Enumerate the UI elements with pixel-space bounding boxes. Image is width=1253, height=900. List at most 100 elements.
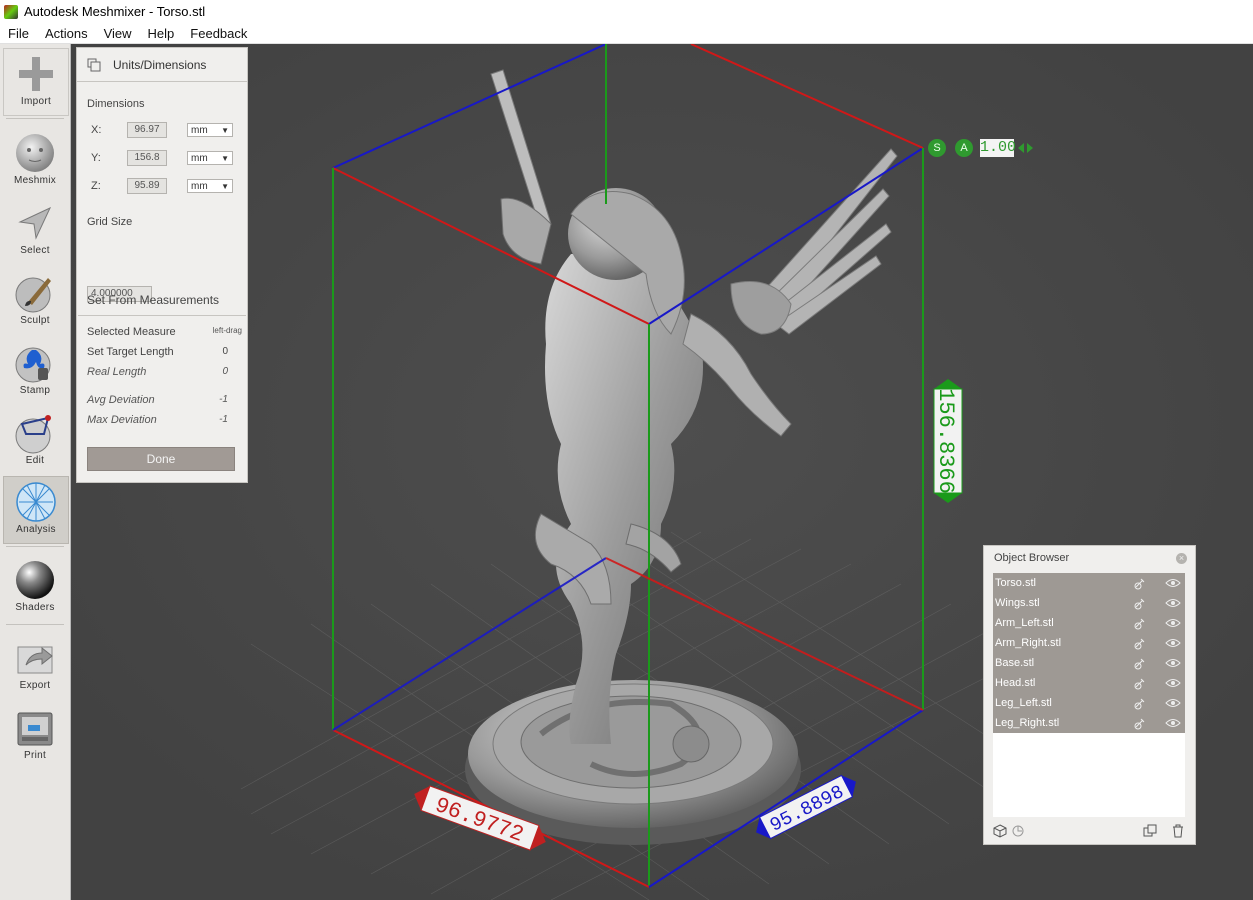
lock-icon — [1134, 578, 1145, 590]
shader-sphere-icon — [16, 561, 54, 599]
shaders-button[interactable]: Shaders — [3, 555, 67, 621]
units-panel-icon — [87, 58, 101, 71]
selected-measure-row: Selected Measure left-drag — [87, 326, 242, 338]
sculpt-brush-icon — [15, 277, 51, 313]
analysis-mesh-icon — [16, 482, 56, 522]
eye-icon — [1165, 679, 1181, 687]
avg-deviation-value: -1 — [219, 394, 228, 405]
object-item[interactable]: Head.stl — [993, 673, 1185, 693]
select-button[interactable]: Select — [3, 198, 67, 264]
dimensions-heading: Dimensions — [87, 98, 145, 110]
eye-icon — [1165, 579, 1181, 587]
y-value-field[interactable]: 156.8 — [127, 150, 167, 166]
selected-measure-value: left-drag — [212, 326, 242, 335]
object-item[interactable]: Torso.stl — [993, 573, 1185, 593]
height-dimension-label: 156.8366 — [933, 379, 963, 503]
eye-icon — [1165, 599, 1181, 607]
print-button[interactable]: Print — [3, 703, 67, 769]
object-browser-footer — [993, 822, 1185, 840]
avg-deviation-label: Avg Deviation — [87, 394, 155, 406]
edit-label: Edit — [25, 455, 45, 466]
object-item[interactable]: Arm_Left.stl — [993, 613, 1185, 633]
shaders-label: Shaders — [15, 602, 55, 613]
export-label: Export — [19, 680, 51, 691]
close-icon[interactable]: × — [1176, 552, 1187, 564]
z-unit-select[interactable]: mm ▼ — [187, 179, 233, 193]
object-list: Torso.stl Wings.stl Arm_Left.stl Arm_Rig… — [993, 573, 1185, 817]
set-target-length-value[interactable]: 0 — [222, 346, 242, 358]
scale-value-field[interactable]: 1.00 — [980, 139, 1016, 157]
stamp-button[interactable]: Stamp — [3, 338, 67, 404]
scale-widget: S A 1.00 — [928, 139, 1048, 159]
y-dimension-row: Y: 156.8 mm ▼ — [91, 150, 241, 166]
stamp-label: Stamp — [19, 385, 51, 396]
z-dimension-row: Z: 95.89 mm ▼ — [91, 178, 241, 194]
object-item[interactable]: Base.stl — [993, 653, 1185, 673]
lock-icon — [1134, 598, 1145, 610]
max-deviation-row: Max Deviation -1 — [87, 414, 242, 426]
eye-icon — [1165, 659, 1181, 667]
object-item[interactable]: Wings.stl — [993, 593, 1185, 613]
object-browser-header: Object Browser × — [984, 546, 1195, 570]
meshmixer-logo-icon — [4, 4, 18, 19]
cube-icon[interactable] — [993, 824, 1007, 838]
chevron-down-icon: ▼ — [221, 126, 229, 135]
selected-measure-label: Selected Measure — [87, 326, 176, 338]
done-button[interactable]: Done — [87, 447, 235, 471]
menu-file[interactable]: File — [0, 26, 37, 41]
scale-s-button[interactable]: S — [928, 139, 946, 157]
export-icon — [17, 646, 53, 674]
scale-increase-icon[interactable] — [1027, 143, 1033, 153]
menu-help[interactable]: Help — [140, 26, 183, 41]
y-label: Y: — [91, 152, 101, 164]
scale-decrease-icon[interactable] — [1018, 143, 1024, 153]
object-browser: Object Browser × Torso.stl Wings.stl Arm… — [983, 545, 1196, 845]
x-value-field[interactable]: 96.97 — [127, 122, 167, 138]
lock-icon — [1134, 658, 1145, 670]
object-browser-title: Object Browser — [994, 552, 1070, 564]
scale-a-button[interactable]: A — [955, 139, 973, 157]
menu-actions[interactable]: Actions — [37, 26, 96, 41]
y-unit-select[interactable]: mm ▼ — [187, 151, 233, 165]
stamp-icon — [15, 347, 51, 383]
lock-icon — [1134, 638, 1145, 650]
object-item[interactable]: Arm_Right.stl — [993, 633, 1185, 653]
sculpt-label: Sculpt — [20, 315, 50, 326]
object-item[interactable]: Leg_Right.stl — [993, 713, 1185, 733]
real-length-label: Real Length — [87, 366, 147, 378]
edit-icon — [15, 415, 51, 454]
lock-icon — [1134, 618, 1145, 630]
eye-icon — [1165, 719, 1181, 727]
menu-view[interactable]: View — [96, 26, 140, 41]
menu-feedback[interactable]: Feedback — [182, 26, 255, 41]
plus-icon — [19, 57, 53, 91]
import-button[interactable]: Import — [3, 48, 69, 116]
eye-icon — [1165, 699, 1181, 707]
x-dimension-row: X: 96.97 mm ▼ — [91, 122, 241, 138]
sculpt-button[interactable]: Sculpt — [3, 268, 67, 334]
duplicate-icon[interactable] — [1143, 824, 1157, 838]
menu-bar: File Actions View Help Feedback — [0, 23, 1253, 44]
export-button[interactable]: Export — [3, 633, 67, 699]
x-label: X: — [91, 124, 102, 136]
lock-icon — [1134, 698, 1145, 710]
height-dimension-text: 156.8366 — [933, 388, 958, 494]
x-unit-select[interactable]: mm ▼ — [187, 123, 233, 137]
object-item[interactable]: Leg_Left.stl — [993, 693, 1185, 713]
pivot-icon[interactable] — [1011, 824, 1025, 838]
meshmix-button[interactable]: Meshmix — [3, 128, 67, 194]
real-length-value: 0 — [222, 366, 228, 377]
print-label: Print — [23, 750, 47, 761]
avg-deviation-row: Avg Deviation -1 — [87, 394, 242, 406]
select-label: Select — [20, 245, 50, 256]
meshmix-label: Meshmix — [13, 175, 57, 186]
max-deviation-value: -1 — [219, 414, 228, 425]
window-title: Autodesk Meshmixer - Torso.stl — [24, 4, 206, 19]
z-value-field[interactable]: 95.89 — [127, 178, 167, 194]
set-target-length-row: Set Target Length 0 — [87, 346, 242, 358]
lock-icon — [1134, 678, 1145, 690]
analysis-button[interactable]: Analysis — [3, 476, 69, 544]
edit-button[interactable]: Edit — [3, 408, 67, 474]
units-dimensions-panel: Units/Dimensions Dimensions X: 96.97 mm ▼… — [76, 47, 248, 483]
trash-icon[interactable] — [1171, 824, 1185, 838]
